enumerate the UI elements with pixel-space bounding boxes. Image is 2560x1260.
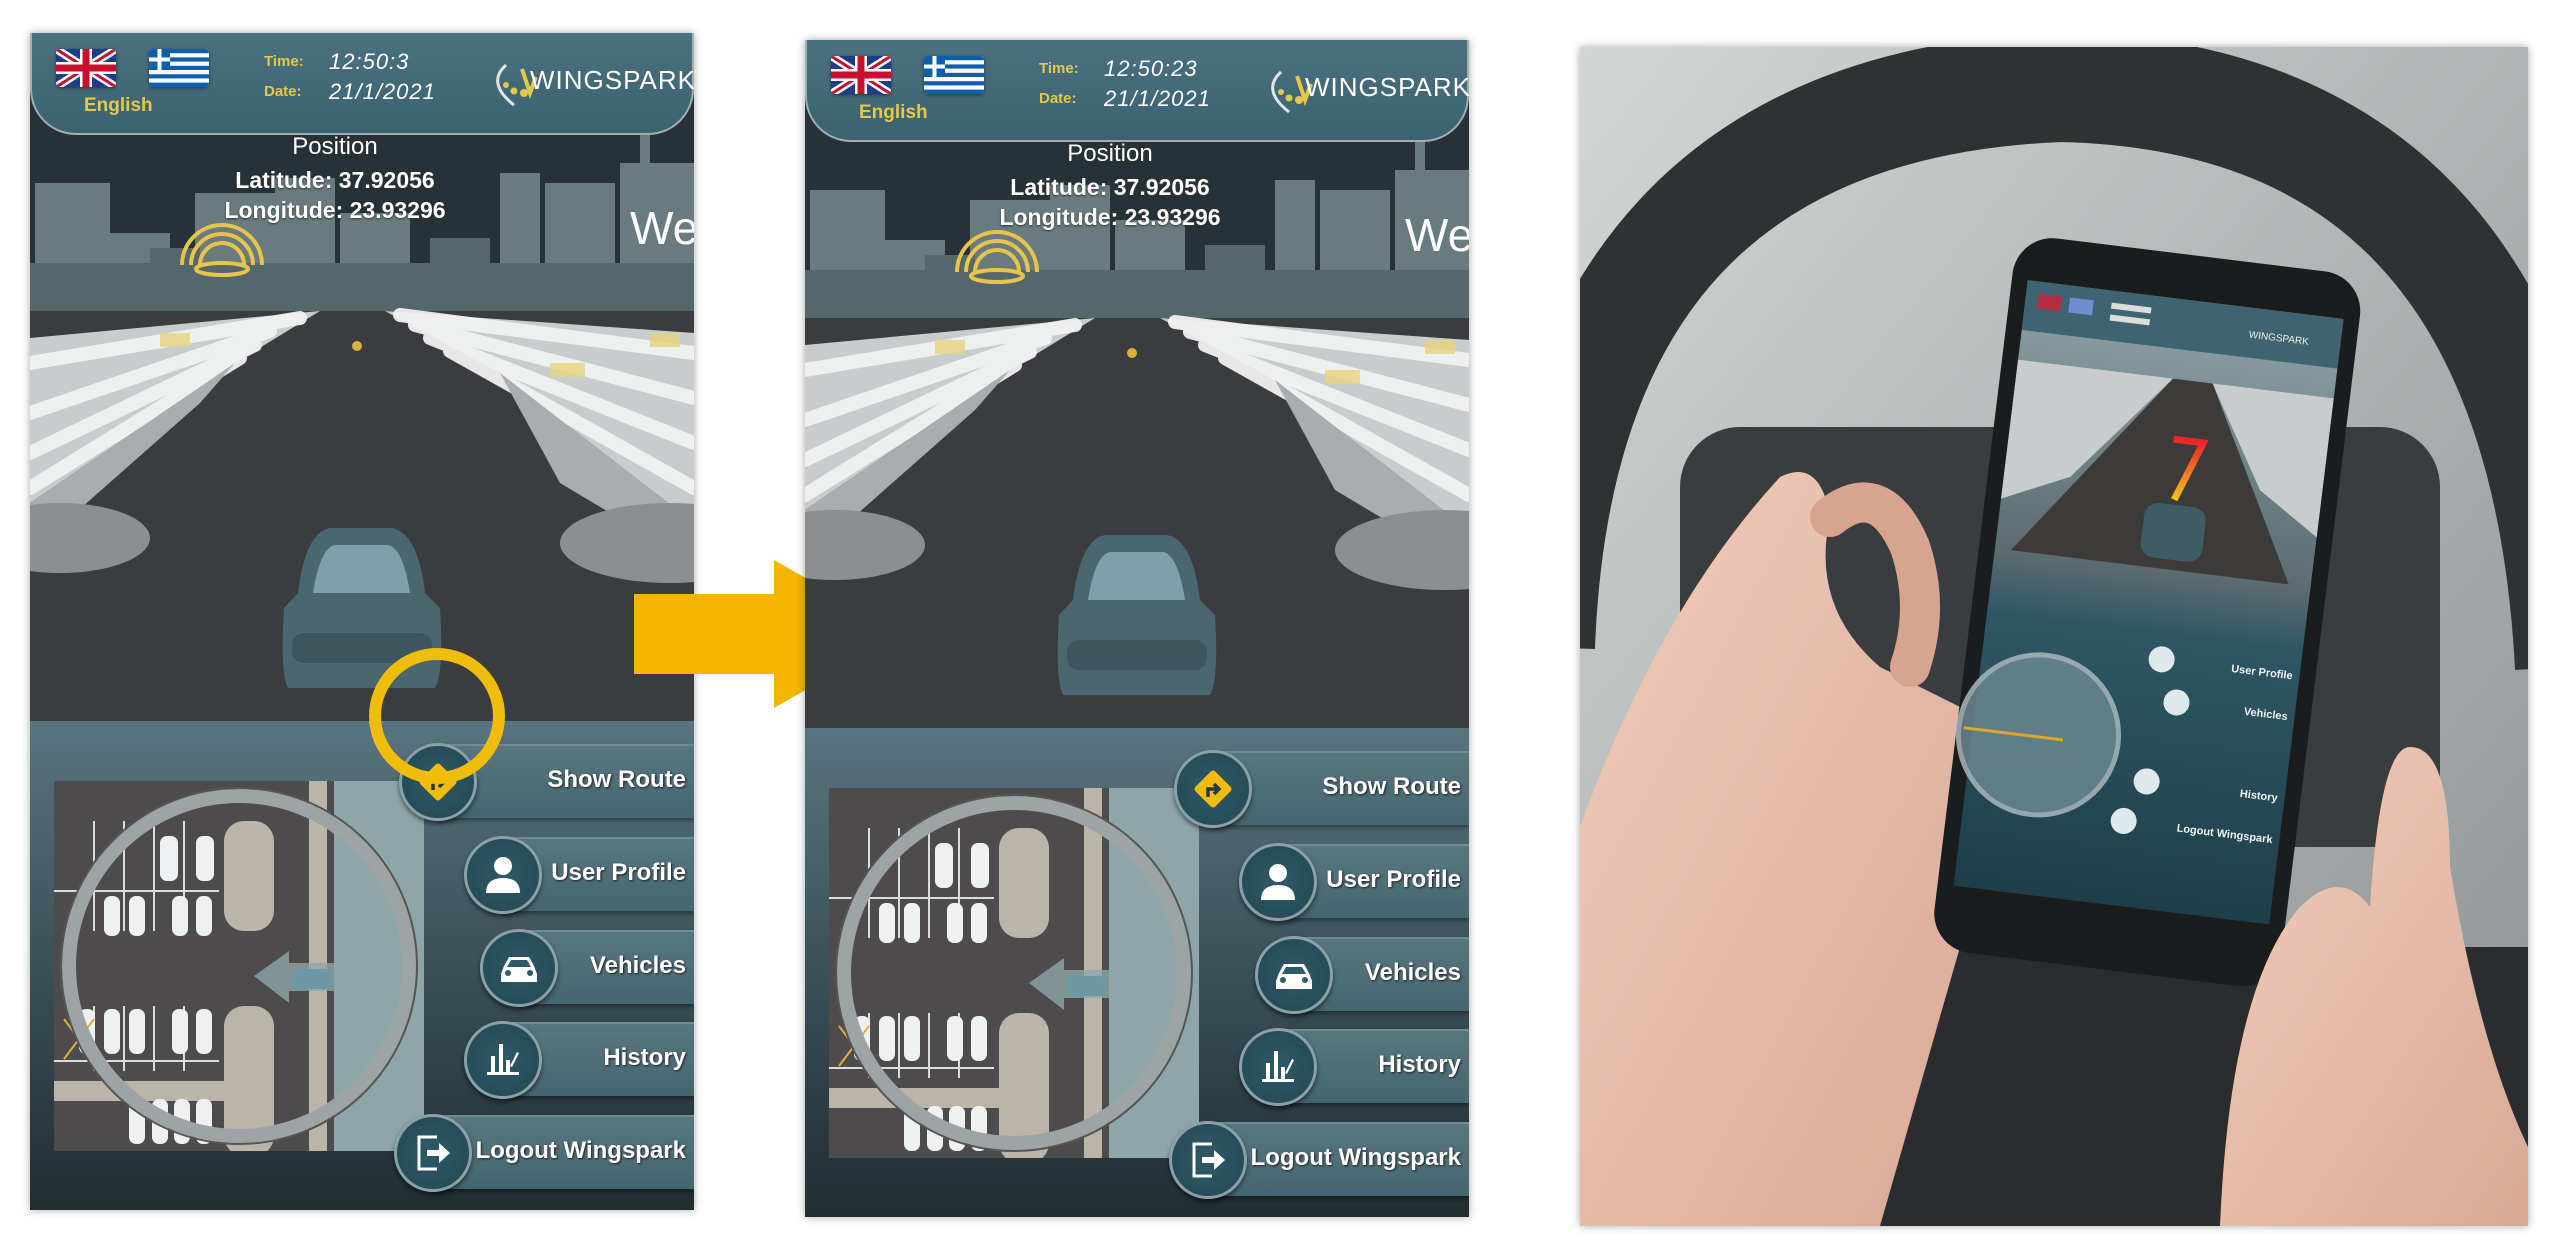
menu-user-profile[interactable]: User Profile <box>1239 843 1469 921</box>
date-label: Date: <box>1039 90 1077 107</box>
minimap[interactable] <box>829 788 1199 1158</box>
minimap-user-car <box>1067 976 1107 996</box>
date-label: Date: <box>264 83 302 100</box>
longitude-readout: Longitude: 23.93296 <box>999 204 1221 230</box>
minimap[interactable] <box>54 781 424 1151</box>
menu-label: Show Route <box>1322 773 1461 800</box>
latitude-readout: Latitude: 37.92056 <box>1010 174 1210 200</box>
position-title: Position <box>1067 140 1153 167</box>
highlight-ring <box>369 648 505 784</box>
logo-text: WINGSPARK <box>530 65 694 95</box>
date-value: 21/1/2021 <box>1104 86 1211 111</box>
app-screen-before: English Time: 12:50:3 Date: 21/1/2021 WI… <box>30 33 694 1210</box>
menu-logout[interactable]: Logout Wingspark <box>1169 1121 1469 1199</box>
logout-icon <box>1169 1121 1247 1199</box>
route-sign-icon <box>1174 750 1252 828</box>
car-icon <box>1255 936 1333 1014</box>
logo-text: WINGSPARK <box>1305 72 1469 102</box>
menu-label: Show Route <box>547 766 686 793</box>
date-value: 21/1/2021 <box>329 79 436 104</box>
menu-label: Logout Wingspark <box>1250 1144 1461 1171</box>
app-screen-after: English Time: 12:50:23 Date: 21/1/2021 W… <box>805 40 1469 1217</box>
app-header: English Time: 12:50:3 Date: 21/1/2021 WI… <box>30 33 694 135</box>
user-icon <box>1239 843 1317 921</box>
menu-vehicles[interactable]: Vehicles <box>1255 936 1469 1014</box>
language-label: English <box>859 102 928 123</box>
menu-vehicles[interactable]: Vehicles <box>480 929 694 1007</box>
phone-in-car-photo: WINGSPARK User Profile Vehicles History … <box>1580 47 2528 1226</box>
menu-history[interactable]: History <box>1239 1028 1469 1106</box>
uk-flag-button[interactable] <box>56 49 116 87</box>
menu-logout[interactable]: Logout Wingspark <box>394 1114 694 1192</box>
menu-show-route[interactable]: Show Route <box>1174 750 1469 828</box>
minimap-user-car <box>292 969 332 989</box>
wingspark-logo: WINGSPARK <box>484 55 694 110</box>
car-icon <box>480 929 558 1007</box>
greek-flag-button[interactable] <box>149 49 209 87</box>
uk-flag-button[interactable] <box>831 56 891 94</box>
user-icon <box>464 836 542 914</box>
chart-icon <box>464 1021 542 1099</box>
time-label: Time: <box>264 53 304 70</box>
language-label: English <box>84 95 153 116</box>
position-title: Position <box>292 133 378 160</box>
time-value: 12:50:3 <box>329 49 410 74</box>
time-value: 12:50:23 <box>1104 56 1198 81</box>
greek-flag-button[interactable] <box>924 56 984 94</box>
app-header: English Time: 12:50:23 Date: 21/1/2021 W… <box>805 40 1469 142</box>
longitude-readout: Longitude: 23.93296 <box>224 197 446 223</box>
menu-label: Vehicles <box>1364 959 1461 986</box>
menu-user-profile[interactable]: User Profile <box>464 836 694 914</box>
menu-label: History <box>1378 1051 1461 1078</box>
welcome-text: We <box>1405 209 1469 261</box>
time-label: Time: <box>1039 60 1079 77</box>
menu-history[interactable]: History <box>464 1021 694 1099</box>
menu-label: History <box>603 1044 686 1071</box>
latitude-readout: Latitude: 37.92056 <box>235 167 435 193</box>
menu-label: User Profile <box>551 859 686 886</box>
chart-icon <box>1239 1028 1317 1106</box>
menu-label: Logout Wingspark <box>475 1137 686 1164</box>
menu-label: Vehicles <box>589 952 686 979</box>
logout-icon <box>394 1114 472 1192</box>
menu-label: User Profile <box>1326 866 1461 893</box>
wingspark-logo: WINGSPARK <box>1259 62 1469 117</box>
welcome-text: We <box>630 202 694 254</box>
